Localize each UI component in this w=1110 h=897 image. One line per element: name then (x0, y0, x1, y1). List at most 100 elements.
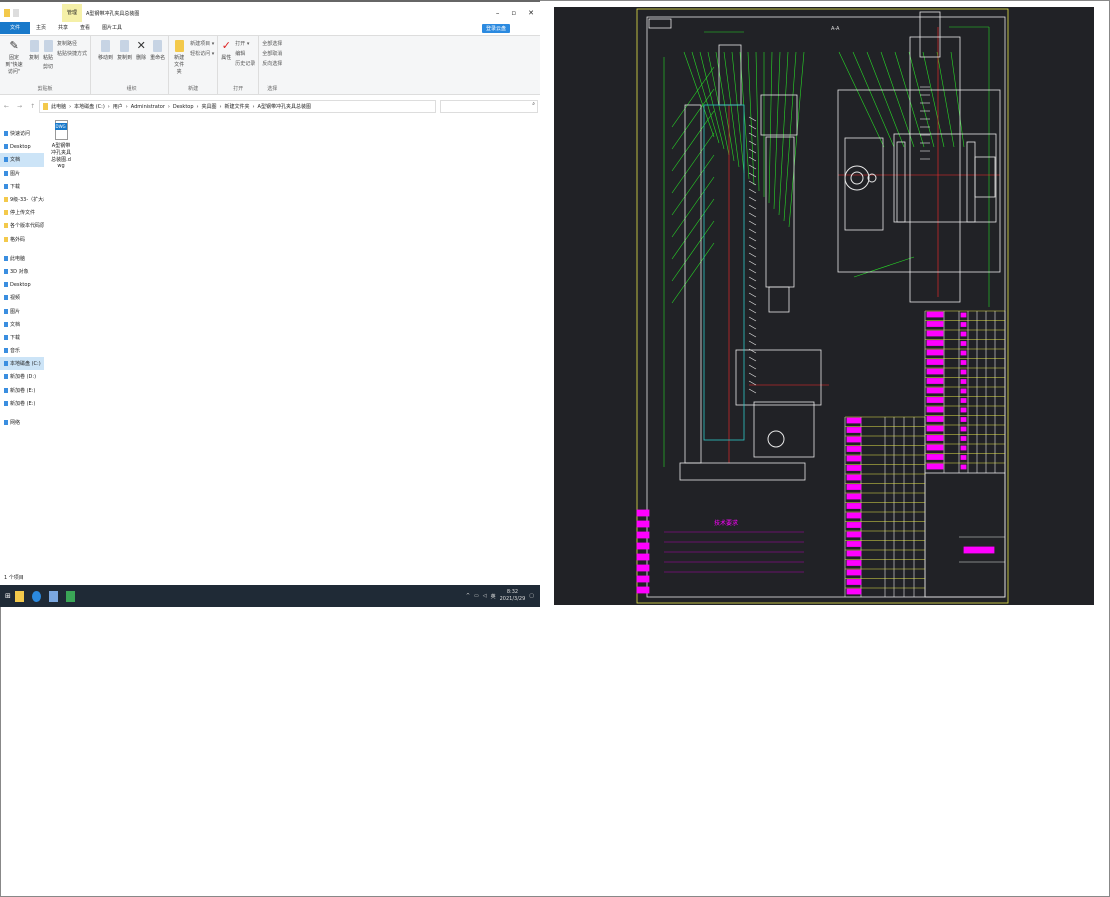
folder-icon (43, 103, 49, 110)
sidebar-item-label: 此电脑 (10, 255, 26, 262)
breadcrumb-item[interactable]: 本地磁盘 (C:) (74, 103, 105, 110)
forward-button[interactable]: → (17, 103, 22, 110)
rename-button[interactable]: 重命名 (150, 40, 165, 84)
cloud-login-button[interactable]: 登录云盘 (481, 24, 510, 33)
clock[interactable]: 8:32 2021/3/29 (500, 589, 526, 603)
move-to-button[interactable]: 移动到 (98, 40, 113, 84)
sidebar-item[interactable]: 音乐 (0, 344, 44, 357)
pin-button[interactable]: ✎ 固定到"快速访问" (3, 40, 25, 84)
chain-line (748, 188, 757, 194)
sidebar-item[interactable]: 图片 (0, 167, 44, 180)
chain-line (748, 332, 757, 338)
breadcrumb-item[interactable]: Administrator (131, 104, 165, 110)
sidebar-item[interactable]: 网络 (0, 416, 44, 429)
quick-access-toolbar[interactable] (4, 9, 19, 17)
sidebar-item[interactable]: 下载 (0, 180, 44, 193)
tab-3[interactable]: 查看 (74, 22, 96, 34)
sidebar-item[interactable]: Desktop (0, 278, 44, 291)
maximize-button[interactable]: ▫ (511, 9, 516, 17)
edit-button[interactable]: 编辑 (235, 50, 255, 57)
volume-icon[interactable]: ◁ (483, 593, 487, 599)
copy-to-button[interactable]: 复制到 (117, 40, 132, 84)
open-button[interactable]: 打开 ▾ (235, 40, 255, 47)
sidebar-item[interactable]: 新加卷 (E:) (0, 397, 44, 410)
sidebar-item[interactable]: 停上传文件 (0, 206, 44, 219)
tray-chevron-icon[interactable]: ^ (466, 593, 470, 599)
breadcrumb-item[interactable]: A型钢带冲孔夹具总装图 (258, 103, 311, 110)
select-none-button[interactable]: 全部取消 (262, 50, 282, 57)
sidebar-item[interactable]: 9级-33-（扩大出门 (0, 193, 44, 206)
table-cell (926, 368, 944, 375)
new-item-button[interactable]: 新建项目 ▾ (190, 40, 214, 47)
minimize-button[interactable]: – (496, 9, 500, 17)
drive-icon (4, 361, 8, 367)
easy-access-button[interactable]: 轻松访问 ▾ (190, 50, 214, 57)
history-button[interactable]: 历史记录 (235, 60, 255, 67)
leader-line (671, 132, 715, 194)
folder-icon (174, 40, 184, 52)
tab-2[interactable]: 共享 (52, 22, 74, 34)
sidebar-item[interactable]: Desktop (0, 140, 44, 153)
breadcrumb-item[interactable]: Desktop (173, 104, 194, 110)
sidebar-item[interactable]: 新加卷 (D:) (0, 370, 44, 383)
ime-indicator[interactable]: 英 (491, 593, 496, 600)
delete-button[interactable]: ✕ 删除 (136, 40, 146, 84)
start-button[interactable]: ⊞ (5, 592, 11, 600)
copy-path-button[interactable]: 复制路径 (57, 40, 87, 47)
close-button[interactable]: ✕ (528, 9, 534, 17)
sidebar-item[interactable]: 下载 (0, 331, 44, 344)
spreadsheet-taskbar-icon[interactable] (65, 590, 75, 602)
up-button[interactable]: ↑ (30, 103, 35, 110)
network-icon[interactable]: ▭ (474, 593, 479, 599)
sidebar-item[interactable]: 此电脑 (0, 252, 44, 265)
new-folder-button[interactable]: 新建文件夹 (172, 40, 186, 84)
file-item[interactable]: A型钢带冲孔夹具总装图.dwg (46, 120, 76, 169)
sidebar-item[interactable]: 新加卷 (E:) (0, 384, 44, 397)
copy-button[interactable]: 复制 (29, 40, 39, 84)
breadcrumb-item[interactable]: 夹具图 (202, 103, 217, 110)
sidebar-item[interactable]: 文档 (0, 318, 44, 331)
breadcrumb[interactable]: 此电脑 › 本地磁盘 (C:) › 用户 › Administrator › Desktop › 夹… (39, 100, 436, 113)
motor (974, 156, 996, 198)
paste-shortcut-button[interactable]: 粘贴快捷方式 (57, 50, 87, 57)
tab-0[interactable]: 文件 (0, 22, 30, 34)
invert-selection-button[interactable]: 反向选择 (262, 60, 282, 67)
sidebar-item[interactable]: 图片 (0, 304, 44, 317)
breadcrumb-item[interactable]: 新建文件夹 (225, 103, 250, 110)
tab-4[interactable]: 图片工具 (96, 22, 128, 34)
chevron-right-icon: › (252, 103, 255, 110)
leader-line (723, 51, 740, 168)
table-cell (960, 464, 967, 470)
sidebar-item[interactable]: 3D 对象 (0, 265, 44, 278)
search-input[interactable]: ⌕ (440, 100, 538, 113)
sidebar-item[interactable]: 各个版本代码原后 (0, 219, 44, 232)
back-button[interactable]: ← (4, 103, 9, 110)
sidebar-item[interactable]: 视频 (0, 291, 44, 304)
properties-button[interactable]: ✓ 属性 (221, 40, 231, 84)
address-row: ← → ↑ 此电脑 › 本地磁盘 (C:) › 用户 › Administrator › Deskt… (0, 99, 540, 114)
leader-line (755, 51, 760, 192)
sidebar-item[interactable]: 快速访问 (0, 127, 44, 140)
tab-1[interactable]: 主页 (30, 22, 52, 34)
file-explorer-taskbar-icon[interactable] (14, 590, 24, 602)
tab-manage[interactable]: 管理 (62, 4, 82, 22)
document-taskbar-icon[interactable] (48, 590, 58, 602)
breadcrumb-item[interactable]: 用户 (113, 103, 123, 110)
sheet-label (636, 586, 650, 594)
breadcrumb-item[interactable]: 此电脑 (51, 103, 66, 110)
paste-button[interactable]: 粘贴 剪切 (43, 40, 53, 84)
sidebar-item-label: 网络 (10, 420, 21, 427)
select-all-button[interactable]: 全部选择 (262, 40, 282, 47)
cut-button[interactable]: 剪切 (43, 63, 53, 70)
chain-line (748, 172, 757, 178)
bore-circle (850, 171, 864, 185)
browser-taskbar-icon[interactable] (31, 590, 41, 602)
leader-line (671, 220, 715, 282)
sidebar-item[interactable]: 本地磁盘 (C:) (0, 357, 44, 371)
notification-icon[interactable]: ▢ (529, 593, 534, 599)
desktop-icon (4, 282, 8, 288)
sidebar-item[interactable]: 格外码 (0, 233, 44, 246)
table-cell (926, 397, 944, 403)
sidebar-item[interactable]: 文档 (0, 153, 44, 167)
group-label: 打开 (233, 86, 244, 92)
